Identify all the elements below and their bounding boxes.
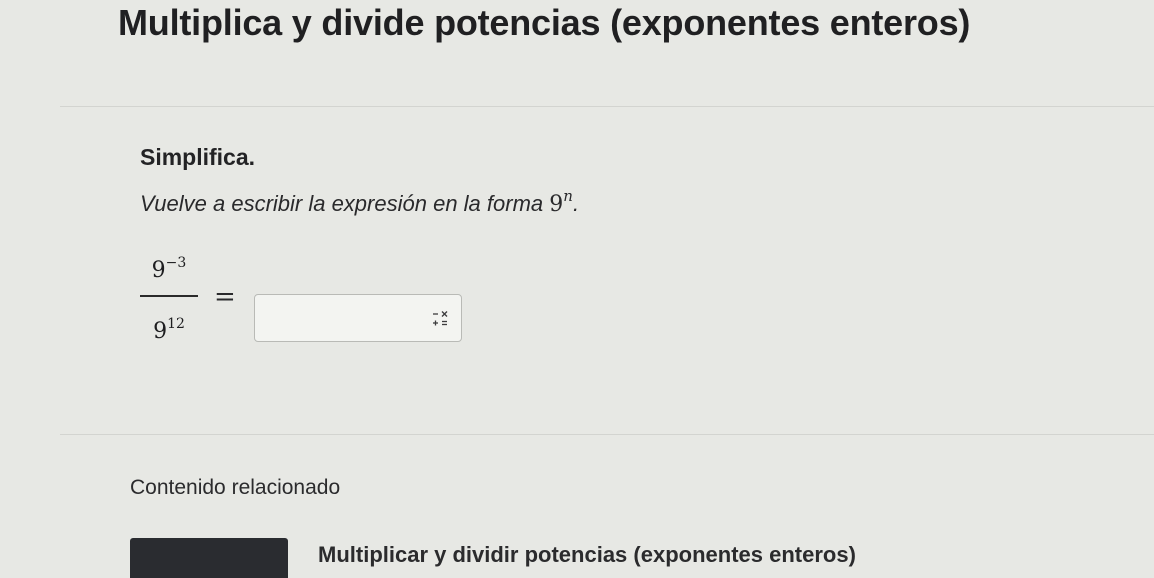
fraction-bar bbox=[140, 295, 198, 297]
related-divider bbox=[60, 434, 1154, 435]
related-content-link[interactable]: Multiplicar y dividir potencias (exponen… bbox=[318, 542, 856, 568]
target-form-base: 9 bbox=[549, 192, 564, 217]
answer-input[interactable] bbox=[263, 303, 417, 335]
math-keypad-icon[interactable] bbox=[429, 308, 451, 330]
target-form: 9n bbox=[549, 187, 573, 217]
problem-subinstruction: Vuelve a escribir la expresión en la for… bbox=[140, 187, 579, 217]
answer-field[interactable] bbox=[254, 294, 462, 342]
denominator-exponent: 12 bbox=[167, 316, 185, 332]
problem-instruction: Simplifica. bbox=[140, 144, 256, 170]
fraction-denominator: 912 bbox=[138, 309, 200, 347]
related-content-heading: Contenido relacionado bbox=[130, 476, 341, 499]
numerator-exponent: −3 bbox=[165, 255, 187, 271]
denominator-base: 9 bbox=[153, 319, 168, 344]
header-divider bbox=[60, 106, 1154, 107]
fraction-numerator: 9−3 bbox=[138, 248, 200, 286]
related-video-thumbnail[interactable] bbox=[130, 538, 288, 578]
fraction-expression: 9−3 912 bbox=[138, 248, 200, 347]
target-form-exponent: n bbox=[563, 187, 573, 205]
page-title: Multiplica y divide potencias (exponente… bbox=[118, 2, 971, 43]
subinstruction-period: . bbox=[572, 191, 580, 216]
numerator-base: 9 bbox=[151, 258, 166, 283]
subinstruction-text: Vuelve a escribir la expresión en la for… bbox=[140, 191, 544, 216]
equals-sign: = bbox=[214, 282, 236, 312]
